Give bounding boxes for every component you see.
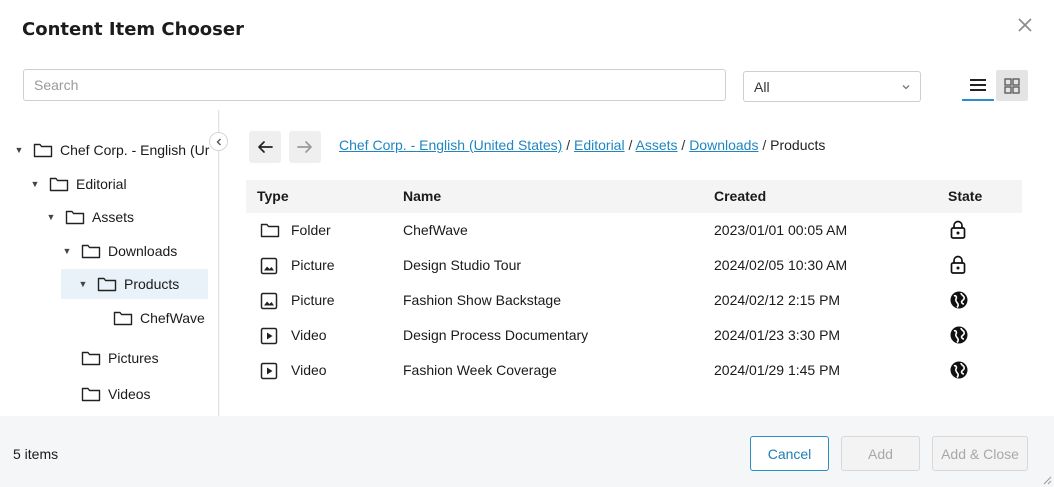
picture-icon bbox=[260, 292, 278, 310]
tree-node-label: Pictures bbox=[108, 350, 159, 366]
globe-icon bbox=[950, 291, 968, 309]
row-name: Fashion Week Coverage bbox=[403, 362, 557, 378]
row-type: Picture bbox=[291, 292, 335, 308]
list-view-icon bbox=[970, 78, 986, 91]
arrow-right-icon bbox=[297, 141, 312, 153]
folder-icon bbox=[49, 176, 69, 192]
folder-icon bbox=[65, 209, 85, 225]
row-created: 2023/01/01 00:05 AM bbox=[714, 222, 848, 238]
tree-node-videos[interactable]: Videos bbox=[81, 379, 151, 409]
dialog-footer: 5 items Cancel Add Add & Close bbox=[0, 426, 1054, 487]
folder-icon bbox=[113, 310, 133, 326]
column-header-created[interactable]: Created bbox=[714, 188, 766, 204]
folder-icon bbox=[81, 386, 101, 402]
breadcrumb-link-downloads[interactable]: Downloads bbox=[689, 137, 758, 153]
table-row[interactable]: Video Design Process Documentary 2024/01… bbox=[246, 318, 1022, 353]
column-header-name[interactable]: Name bbox=[403, 188, 441, 204]
caret-down-icon[interactable]: ▼ bbox=[45, 212, 57, 222]
tree-node-label: Chef Corp. - English (Ur bbox=[60, 142, 210, 158]
tree-node-downloads[interactable]: ▼ Downloads bbox=[61, 236, 178, 266]
table-row[interactable]: Folder ChefWave 2023/01/01 00:05 AM bbox=[246, 213, 1022, 248]
back-button[interactable] bbox=[249, 131, 281, 163]
row-name: Design Studio Tour bbox=[403, 257, 522, 273]
caret-down-icon[interactable]: ▼ bbox=[77, 279, 89, 289]
tree-node-pictures[interactable]: Pictures bbox=[81, 343, 159, 373]
list-view-button[interactable] bbox=[962, 70, 994, 101]
breadcrumb-link-chef-corp[interactable]: Chef Corp. - English (United States) bbox=[339, 137, 562, 153]
grid-view-button[interactable] bbox=[996, 70, 1028, 101]
collapse-tree-button[interactable] bbox=[209, 132, 228, 151]
breadcrumb-separator: / bbox=[758, 137, 771, 153]
folder-icon bbox=[33, 142, 53, 158]
picture-icon bbox=[260, 257, 278, 275]
row-created: 2024/01/23 3:30 PM bbox=[714, 327, 841, 343]
breadcrumb-separator: / bbox=[677, 137, 690, 153]
dialog-title: Content Item Chooser bbox=[22, 19, 244, 40]
caret-down-icon[interactable]: ▼ bbox=[29, 179, 41, 189]
globe-icon bbox=[950, 361, 968, 379]
breadcrumb-current: Products bbox=[770, 137, 826, 153]
row-type: Folder bbox=[291, 222, 331, 238]
breadcrumb-link-editorial[interactable]: Editorial bbox=[574, 137, 625, 153]
lock-icon bbox=[950, 220, 966, 239]
chevron-down-icon bbox=[902, 85, 910, 90]
caret-down-icon[interactable]: ▼ bbox=[61, 246, 73, 256]
add-and-close-button[interactable]: Add & Close bbox=[932, 436, 1028, 471]
caret-down-icon[interactable]: ▼ bbox=[13, 145, 25, 155]
table-row[interactable]: Video Fashion Week Coverage 2024/01/29 1… bbox=[246, 353, 1022, 388]
item-count: 5 items bbox=[13, 446, 59, 462]
grid-view-icon bbox=[1004, 77, 1020, 94]
close-icon bbox=[1018, 18, 1032, 32]
arrow-left-icon bbox=[258, 141, 273, 153]
close-button[interactable] bbox=[1014, 14, 1036, 36]
video-icon bbox=[260, 362, 278, 380]
tree-node-label: Videos bbox=[108, 386, 151, 402]
tree-node-products[interactable]: ▼ Products bbox=[61, 269, 208, 299]
table-row[interactable]: Picture Design Studio Tour 2024/02/05 10… bbox=[246, 248, 1022, 283]
content-item-chooser-dialog: Content Item Chooser All bbox=[0, 0, 1054, 487]
breadcrumb-link-assets[interactable]: Assets bbox=[636, 137, 678, 153]
folder-icon bbox=[97, 276, 117, 292]
video-icon bbox=[260, 327, 278, 345]
folder-icon bbox=[81, 243, 101, 259]
breadcrumb: Chef Corp. - English (United States) / E… bbox=[339, 137, 825, 153]
tree-node-label: Editorial bbox=[76, 176, 127, 192]
chevron-left-icon bbox=[216, 138, 221, 145]
type-filter-value: All bbox=[754, 78, 770, 95]
column-header-type[interactable]: Type bbox=[257, 188, 289, 204]
row-type: Picture bbox=[291, 257, 335, 273]
tree-node-chefwave[interactable]: ChefWave bbox=[113, 303, 205, 333]
table-header: Type Name Created State bbox=[246, 180, 1022, 213]
type-filter-select[interactable]: All bbox=[743, 71, 921, 102]
tree-node-label: Downloads bbox=[108, 243, 178, 259]
tree-node-assets[interactable]: ▼ Assets bbox=[45, 202, 134, 232]
tree-node-editorial[interactable]: ▼ Editorial bbox=[29, 169, 127, 199]
resize-handle-icon[interactable] bbox=[1042, 475, 1052, 485]
lock-icon bbox=[950, 255, 966, 274]
table-row[interactable]: Picture Fashion Show Backstage 2024/02/1… bbox=[246, 283, 1022, 318]
tree-node-label: ChefWave bbox=[140, 310, 205, 326]
cancel-button[interactable]: Cancel bbox=[750, 436, 829, 471]
column-header-state[interactable]: State bbox=[948, 188, 982, 204]
breadcrumb-separator: / bbox=[624, 137, 636, 153]
tree-node-label: Products bbox=[124, 276, 180, 292]
folder-icon bbox=[81, 350, 101, 366]
tree-node-label: Assets bbox=[92, 209, 135, 225]
tree-node-chef-corp[interactable]: ▼ Chef Corp. - English (Ur bbox=[13, 135, 210, 165]
globe-icon bbox=[950, 326, 968, 344]
folder-icon bbox=[260, 223, 280, 238]
row-created: 2024/02/05 10:30 AM bbox=[714, 257, 848, 273]
row-created: 2024/01/29 1:45 PM bbox=[714, 362, 841, 378]
row-type: Video bbox=[291, 327, 327, 343]
row-created: 2024/02/12 2:15 PM bbox=[714, 292, 841, 308]
add-button[interactable]: Add bbox=[841, 436, 920, 471]
row-type: Video bbox=[291, 362, 327, 378]
search-input[interactable] bbox=[23, 69, 726, 101]
breadcrumb-separator: / bbox=[562, 137, 574, 153]
row-name: Fashion Show Backstage bbox=[403, 292, 561, 308]
row-name: ChefWave bbox=[403, 222, 468, 238]
forward-button[interactable] bbox=[289, 131, 321, 163]
row-name: Design Process Documentary bbox=[403, 327, 589, 343]
